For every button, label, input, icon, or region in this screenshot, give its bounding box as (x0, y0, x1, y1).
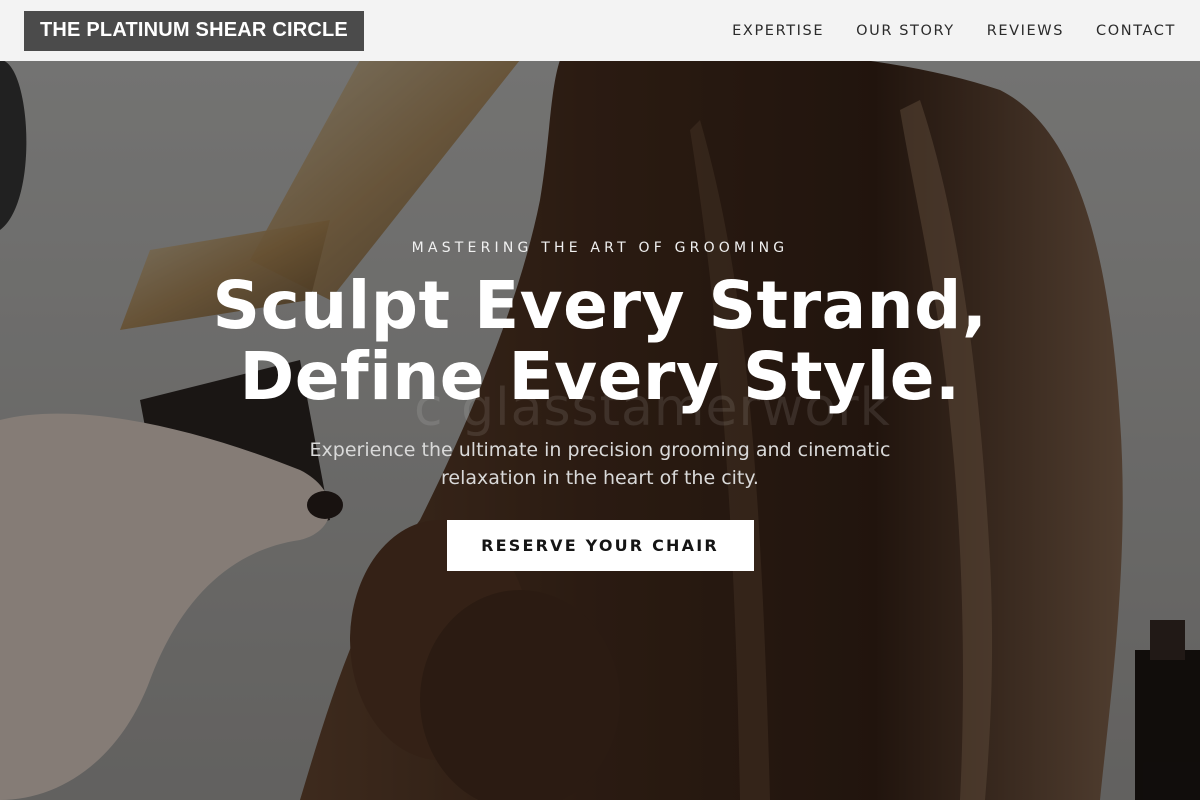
hero-headline-line1: Sculpt Every Strand, (212, 267, 988, 344)
hero-headline-line2: Define Every Style. (239, 338, 961, 415)
hero-subtext: Experience the ultimate in precision gro… (309, 439, 891, 489)
reserve-chair-button[interactable]: RESERVE YOUR CHAIR (446, 520, 754, 571)
hero-headline: Sculpt Every Strand, Define Every Style. (213, 270, 988, 412)
hero-eyebrow: MASTERING THE ART OF GROOMING (411, 240, 789, 256)
hero-section: MASTERING THE ART OF GROOMING Sculpt Eve… (0, 0, 1200, 800)
